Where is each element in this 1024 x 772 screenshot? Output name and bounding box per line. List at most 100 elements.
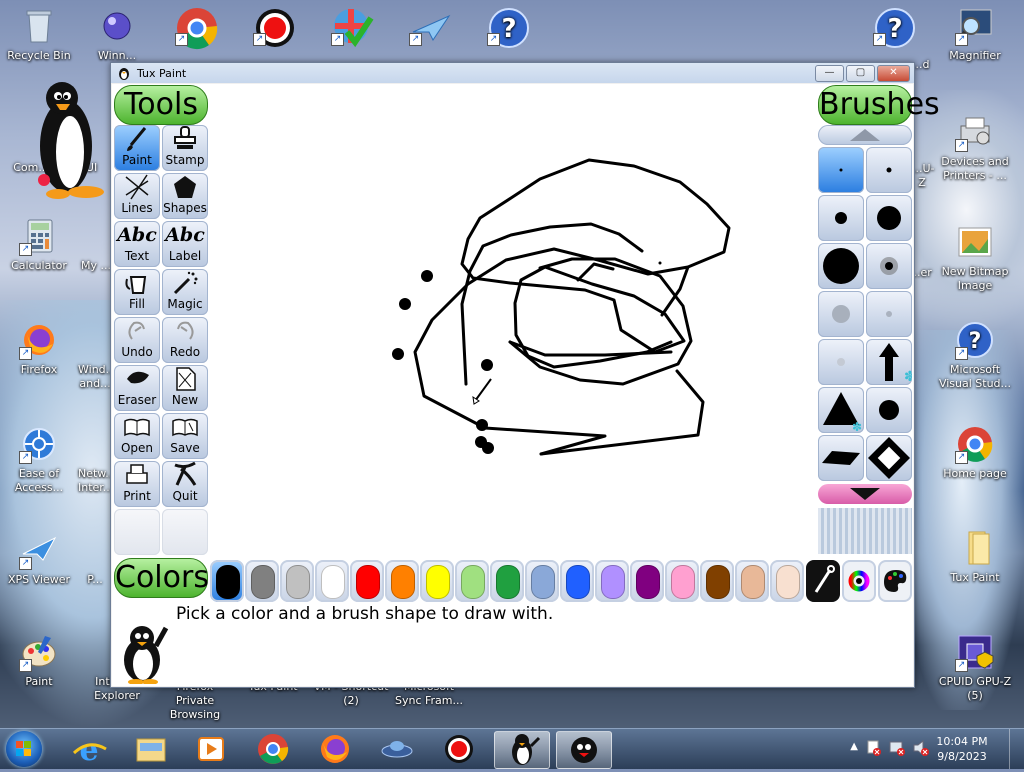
color-swatch[interactable]	[420, 560, 454, 602]
desktop-icon-windows[interactable]: Wind... and...	[78, 320, 116, 391]
desktop-icon-help-right[interactable]: ? ↗ ...d	[858, 6, 929, 71]
desktop-icon-paint[interactable]: ↗ Paint	[0, 632, 78, 689]
brush-option[interactable]: ✽	[818, 387, 864, 434]
brush-option[interactable]	[866, 243, 912, 289]
color-swatch[interactable]	[455, 560, 489, 602]
desktop-icon-new-bitmap[interactable]: New Bitmap Image	[936, 222, 1014, 293]
tool-label-button[interactable]: Abc Label	[162, 221, 208, 267]
tool-open-button[interactable]: Open	[114, 413, 160, 459]
taskbar-firefox[interactable]	[308, 731, 362, 767]
brush-option[interactable]	[818, 435, 864, 481]
action-center-icon[interactable]	[866, 739, 882, 760]
tool-lines-button[interactable]: Lines	[114, 173, 160, 219]
taskbar-tux-paint[interactable]	[494, 731, 550, 769]
tool-quit-button[interactable]: Quit	[162, 461, 208, 507]
color-swatch[interactable]	[595, 560, 629, 602]
tool-eraser-button[interactable]: Eraser	[114, 365, 160, 411]
color-swatch[interactable]	[280, 560, 314, 602]
brush-option[interactable]	[818, 291, 864, 337]
desktop-icon-firefox[interactable]: ↗ Firefox	[0, 320, 78, 377]
color-swatch[interactable]	[770, 560, 804, 602]
tool-new-button[interactable]: New	[162, 365, 208, 411]
color-wheel-button[interactable]	[842, 560, 876, 602]
tool-text-button[interactable]: Abc Text	[114, 221, 160, 267]
tool-fill-button[interactable]: Fill	[114, 269, 160, 315]
brush-option[interactable]: ✽	[866, 339, 916, 385]
color-swatch[interactable]	[630, 560, 664, 602]
desktop-icon-network[interactable]: Netw... Inter...	[78, 424, 116, 495]
desktop-icon-p[interactable]: P...	[78, 530, 112, 587]
taskbar-recorder[interactable]	[432, 731, 486, 767]
desktop-icon-tux-paint-folder[interactable]: Tux Paint	[936, 528, 1014, 585]
color-swatch[interactable]	[385, 560, 419, 602]
desktop-icon-recycle-bin[interactable]: Recycle Bin	[0, 6, 78, 63]
tool-print-button[interactable]: Print	[114, 461, 160, 507]
color-swatch[interactable]	[315, 560, 349, 602]
color-swatch[interactable]	[700, 560, 734, 602]
brush-option[interactable]	[866, 435, 912, 481]
tool-stamp-button[interactable]: Stamp	[162, 125, 208, 171]
start-button[interactable]	[6, 731, 42, 767]
desktop-icon-ease-of-access[interactable]: ↗ Ease of Access...	[0, 424, 78, 495]
color-picker-button[interactable]	[806, 560, 840, 602]
color-swatch[interactable]	[490, 560, 524, 602]
desktop-icon-gpuz-partial[interactable]: ...U-Z	[912, 162, 935, 190]
brush-option[interactable]	[818, 339, 864, 385]
show-hidden-icons-button[interactable]: ▲	[850, 741, 858, 752]
clock[interactable]: 10:04 PM 9/8/2023	[936, 734, 988, 764]
desktop-icon-winmine[interactable]: Winn...	[78, 6, 156, 63]
brush-option[interactable]	[818, 243, 864, 289]
desktop-icon-label: Microsoft Visual Stud...	[938, 363, 1012, 390]
desktop-icon-devices-printers[interactable]: ↗ Devices and Printers - ...	[936, 112, 1014, 183]
desktop-icon-visual-studio[interactable]: ? ↗ Microsoft Visual Stud...	[936, 320, 1014, 391]
desktop-icon-calculator[interactable]: ↗ Calculator	[0, 216, 78, 273]
window-titlebar[interactable]: Tux Paint — ▢ ✕	[111, 63, 914, 83]
desktop-icon-home-page[interactable]: ↗ Home page	[936, 424, 1014, 481]
close-button[interactable]: ✕	[877, 64, 910, 82]
tool-redo-button[interactable]: Redo	[162, 317, 208, 363]
brush-option[interactable]	[866, 195, 912, 241]
brush-option[interactable]	[866, 291, 912, 337]
desktop-icon-help[interactable]: ? ↗	[468, 6, 546, 49]
volume-icon[interactable]	[912, 739, 930, 760]
minimize-button[interactable]: —	[815, 64, 844, 82]
maximize-button[interactable]: ▢	[846, 64, 875, 82]
color-swatch[interactable]	[210, 560, 244, 602]
color-swatch[interactable]	[525, 560, 559, 602]
desktop-icon-magnifier[interactable]: ↗ Magnifier	[936, 6, 1014, 63]
desktop-icon-my[interactable]: My ...	[78, 216, 114, 273]
tool-magic-button[interactable]: Magic	[162, 269, 208, 315]
taskbar-media-player[interactable]	[184, 731, 238, 767]
desktop-icon-recorder[interactable]: ↗	[234, 6, 312, 49]
taskbar-file-explorer[interactable]	[124, 731, 178, 767]
network-icon[interactable]	[888, 739, 906, 760]
color-swatch[interactable]	[350, 560, 384, 602]
brushes-scroll-down-button[interactable]	[818, 484, 912, 504]
tux-mascot-image	[116, 622, 170, 685]
color-swatch[interactable]	[245, 560, 279, 602]
taskbar-ufo-app[interactable]	[370, 731, 424, 767]
brush-option[interactable]	[866, 147, 912, 193]
color-mixer-button[interactable]	[878, 560, 912, 602]
brush-option[interactable]	[866, 387, 912, 433]
tool-paint-button[interactable]: Paint	[114, 125, 160, 171]
desktop-icon-windows-check[interactable]: ↗	[312, 6, 390, 49]
show-desktop-button[interactable]	[1009, 729, 1024, 769]
drawing-canvas[interactable]	[210, 84, 816, 554]
taskbar-pingus[interactable]	[556, 731, 612, 769]
brushes-scroll-up-button[interactable]	[818, 125, 912, 145]
desktop-icon-xps-viewer[interactable]: ↗ XPS Viewer	[0, 530, 78, 587]
color-swatch[interactable]	[560, 560, 594, 602]
desktop-icon-chrome-top[interactable]: ↗	[156, 6, 234, 50]
desktop-icon-gpuz[interactable]: ↗ CPUID GPU-Z (5)	[936, 632, 1014, 703]
desktop-icon-send[interactable]: ↗	[390, 6, 468, 49]
color-swatch[interactable]	[735, 560, 769, 602]
tool-shapes-button[interactable]: Shapes	[162, 173, 208, 219]
taskbar-internet-explorer[interactable]: e	[62, 731, 116, 768]
brush-option[interactable]	[818, 195, 864, 241]
brush-option[interactable]	[818, 147, 864, 193]
color-swatch[interactable]	[665, 560, 699, 602]
tool-save-button[interactable]: Save	[162, 413, 208, 459]
tool-undo-button[interactable]: Undo	[114, 317, 160, 363]
taskbar-chrome[interactable]	[246, 731, 300, 767]
